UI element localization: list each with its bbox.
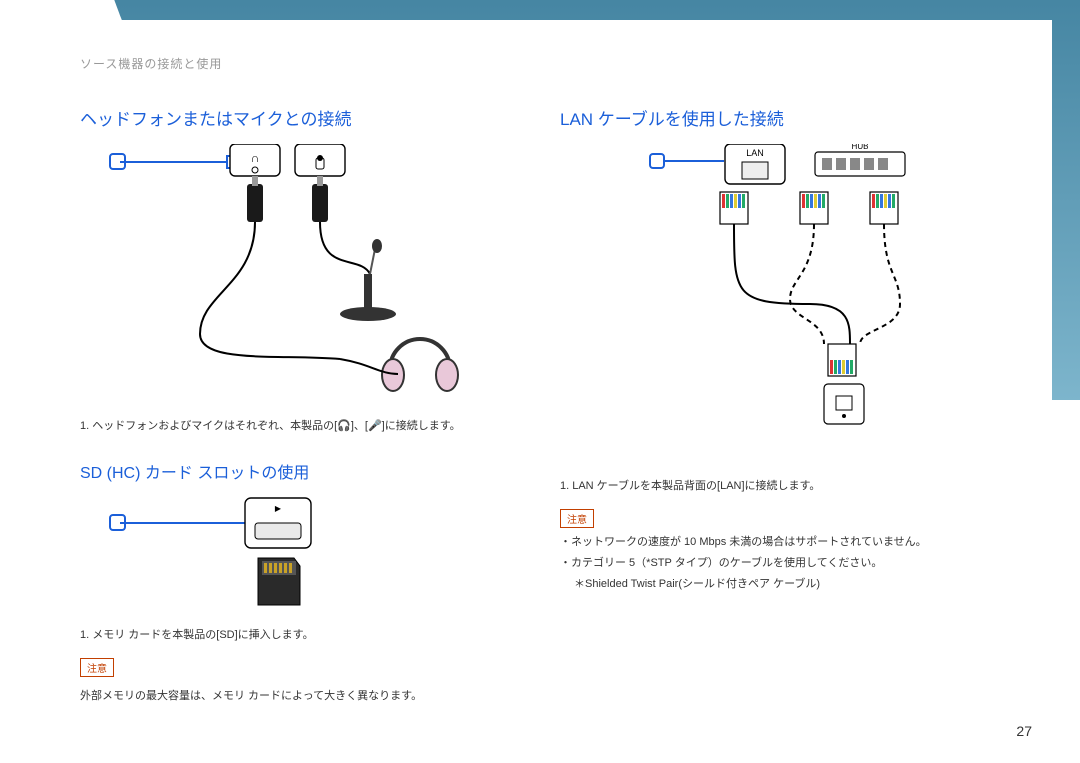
lan-diagram: LAN HUB <box>560 144 1020 469</box>
svg-text:▶: ▶ <box>275 504 282 513</box>
headphone-step: 1. ヘッドフォンおよびマイクはそれぞれ、本製品の[🎧]、[🎤]に接続します。 <box>80 417 520 437</box>
headphone-mic-title: ヘッドフォンまたはマイクとの接続 <box>80 105 520 130</box>
sd-diagram: ▶ <box>80 493 520 618</box>
lan-bullet2-sub: ＊Shielded Twist Pair(シールド付きペア ケーブル) <box>560 574 1020 595</box>
lan-bullet1: ・ネットワークの速度が 10 Mbps 未満の場合はサポートされていません。 <box>560 532 1020 553</box>
notice-label-sd: 注意 <box>80 658 114 677</box>
sd-step: 1. メモリ カードを本製品の[SD]に挿入します。 <box>80 626 520 646</box>
sd-title: SD (HC) カード スロットの使用 <box>80 459 520 483</box>
breadcrumb: ソース機器の接続と使用 <box>80 55 222 72</box>
right-column: LAN ケーブルを使用した接続 LAN HUB <box>560 105 1020 594</box>
lan-title: LAN ケーブルを使用した接続 <box>560 105 1020 130</box>
left-column: ヘッドフォンまたはマイクとの接続 ∩ <box>80 105 520 712</box>
lan-step: 1. LAN ケーブルを本製品背面の[LAN]に接続します。 <box>560 477 1020 497</box>
lan-bullet2: ・カテゴリー 5（*STP タイプ）のケーブルを使用してください。 <box>560 553 1020 574</box>
sd-notice: 外部メモリの最大容量は、メモリ カードによって大きく異なります。 <box>80 687 520 707</box>
hub-label: HUB <box>852 144 869 151</box>
notice-label-lan: 注意 <box>560 509 594 528</box>
headphone-mic-diagram: ∩ <box>80 144 520 409</box>
svg-text:∩: ∩ <box>251 151 260 165</box>
page-number: 27 <box>1016 723 1032 739</box>
lan-port-label: LAN <box>746 148 764 158</box>
